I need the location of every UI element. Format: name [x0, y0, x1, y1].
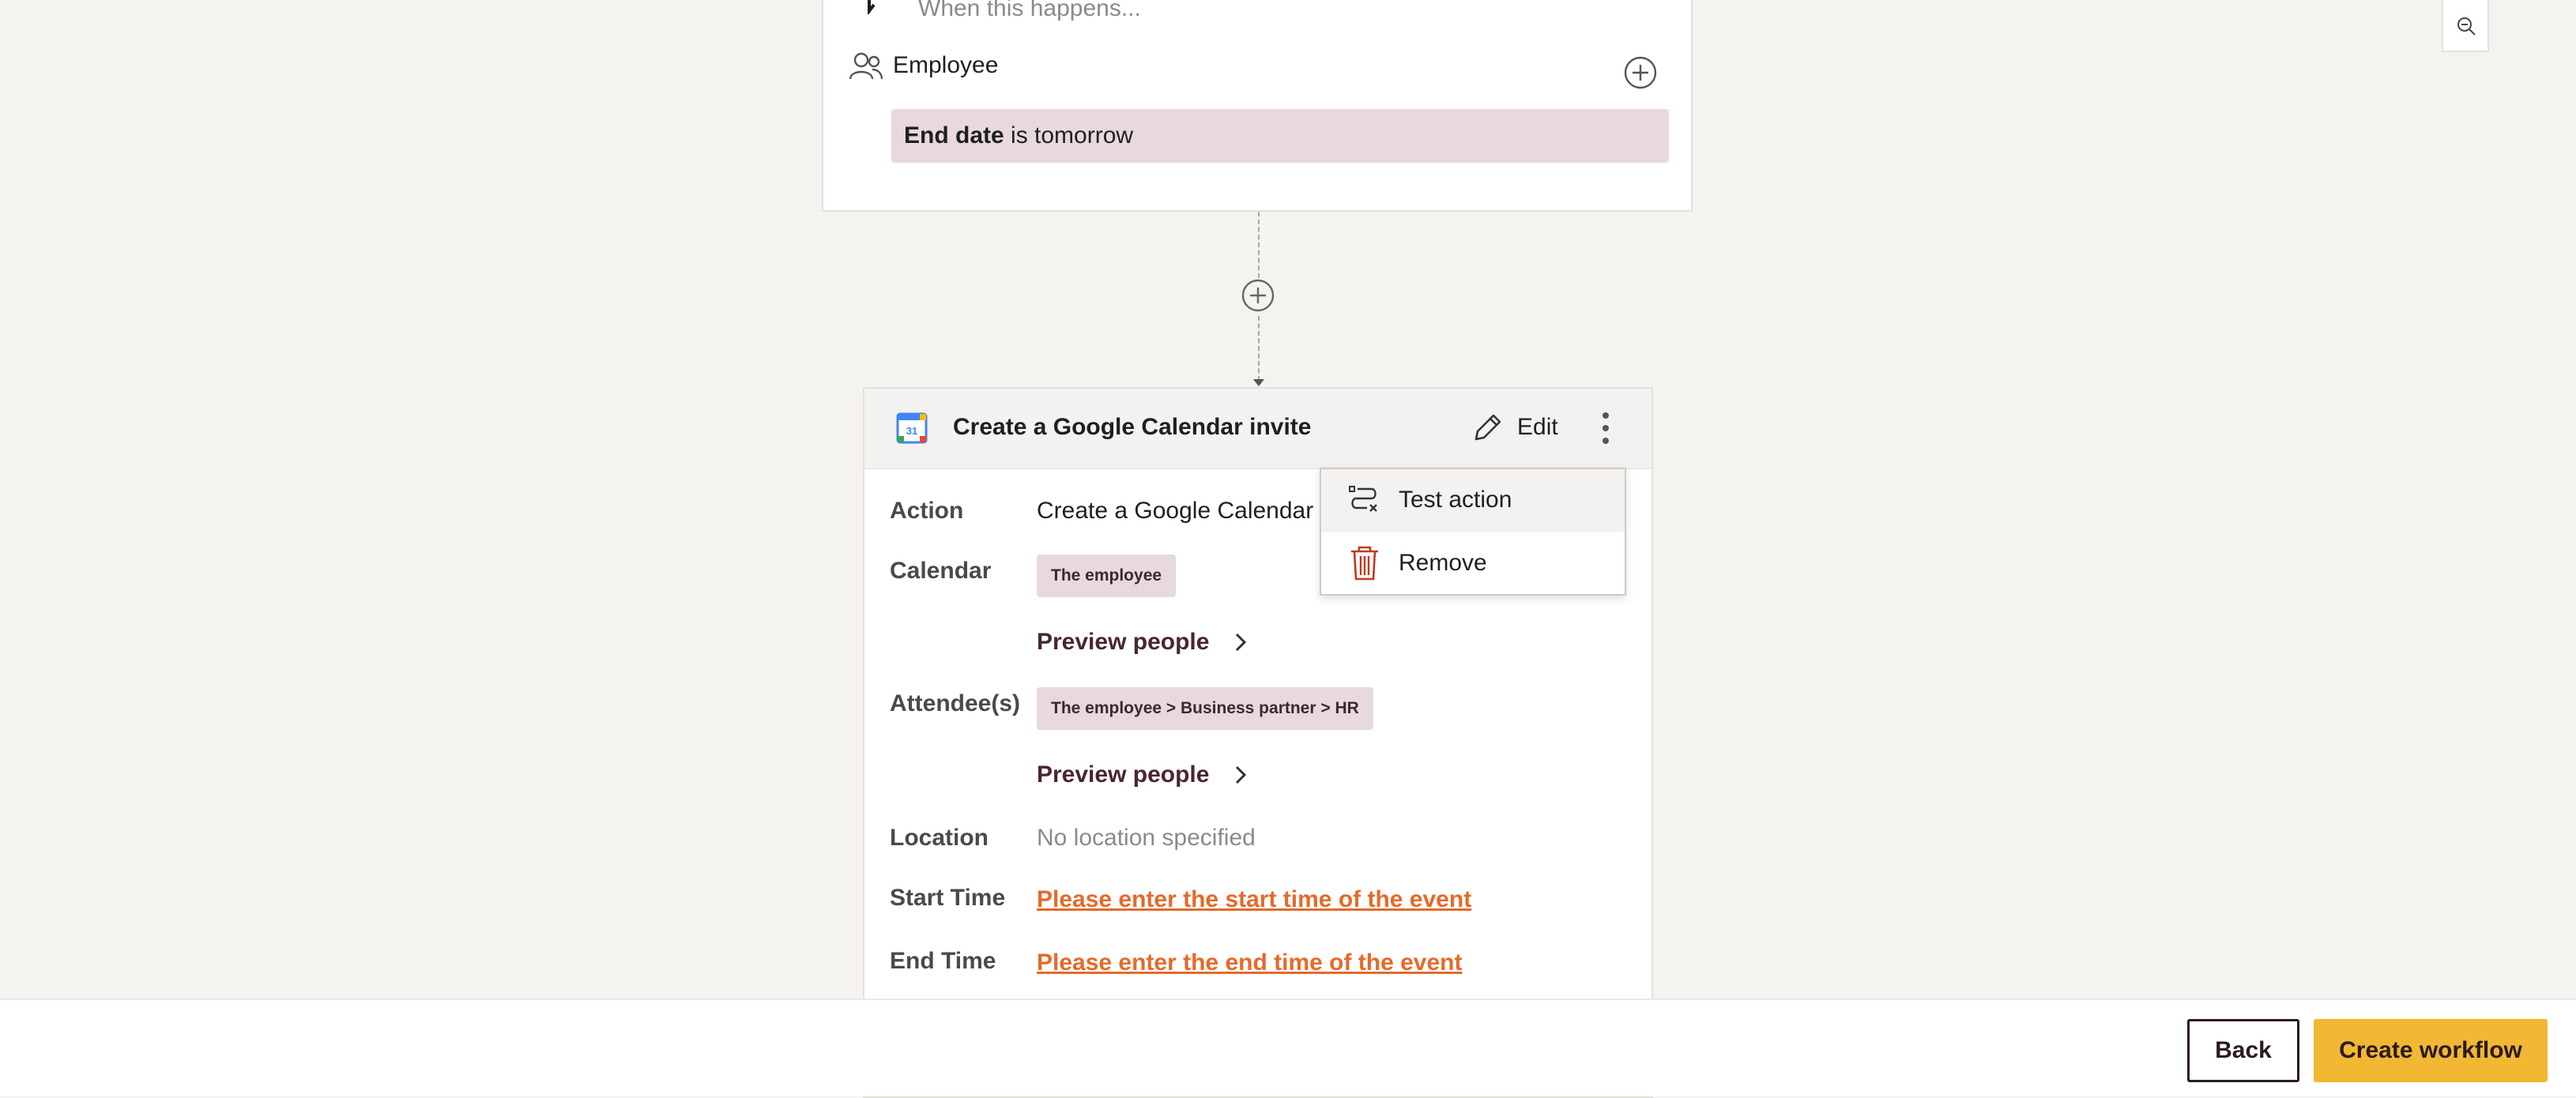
trigger-condition[interactable]: End date is tomorrow: [891, 109, 1669, 163]
condition-text: is tomorrow: [1004, 122, 1134, 149]
trigger-placeholder: When this happens...: [918, 0, 1141, 21]
connector-line: [1258, 316, 1260, 381]
field-label-attendees: Attendee(s): [890, 690, 1021, 716]
create-workflow-button[interactable]: Create workflow: [2314, 1019, 2548, 1082]
field-value-action: Create a Google Calendar: [1037, 498, 1314, 524]
menu-item-test-action[interactable]: Test action: [1321, 469, 1625, 532]
zoom-out-button[interactable]: [2442, 0, 2489, 52]
connector-line: [1258, 212, 1260, 278]
action-title: Create a Google Calendar invite: [953, 414, 1312, 440]
zoom-out-icon: [2457, 17, 2476, 36]
preview-people-link[interactable]: Preview people: [1037, 629, 1209, 656]
trash-icon: [1351, 546, 1378, 581]
field-label-calendar: Calendar: [890, 558, 992, 584]
action-options-menu: Test action Remove: [1320, 468, 1626, 596]
pencil-icon[interactable]: [1471, 412, 1503, 444]
field-label-start-time: Start Time: [890, 885, 1006, 911]
field-label-location: Location: [890, 825, 989, 851]
action-header: 31 Create a Google Calendar invite Edit: [864, 389, 1651, 469]
calendar-tag: The employee: [1037, 555, 1177, 597]
add-condition-icon[interactable]: [1623, 55, 1658, 90]
menu-item-remove[interactable]: Remove: [1321, 532, 1625, 594]
chevron-right-icon[interactable]: [1233, 632, 1248, 652]
trigger-card: When this happens... Employee End date i…: [822, 0, 1693, 212]
test-action-icon: [1349, 486, 1377, 512]
end-time-link[interactable]: Please enter the end time of the event: [1037, 949, 1463, 976]
connector-arrow-icon: [1253, 379, 1264, 386]
chevron-right-icon[interactable]: [1233, 765, 1248, 785]
people-icon: [849, 52, 883, 80]
start-time-link[interactable]: Please enter the start time of the event: [1037, 886, 1471, 913]
condition-field: End date: [904, 122, 1004, 149]
add-step-icon[interactable]: [1241, 278, 1275, 313]
edit-button[interactable]: Edit: [1517, 414, 1558, 441]
svg-text:31: 31: [906, 425, 917, 437]
menu-item-label: Test action: [1399, 487, 1512, 513]
attendees-tag: The employee > Business partner > HR: [1037, 687, 1373, 730]
footer-bar: Back Create workflow: [0, 998, 2576, 1096]
google-calendar-icon: 31: [896, 412, 928, 444]
more-options-icon[interactable]: [1598, 409, 1614, 447]
preview-people-link[interactable]: Preview people: [1037, 761, 1209, 788]
back-button[interactable]: Back: [2187, 1019, 2299, 1082]
field-value-location: No location specified: [1037, 825, 1256, 851]
field-label-action: Action: [890, 498, 964, 524]
menu-item-label: Remove: [1399, 550, 1487, 576]
trigger-arrow-icon: [868, 0, 876, 14]
field-label-end-time: End Time: [890, 948, 996, 974]
trigger-entity-label: Employee: [893, 52, 999, 78]
